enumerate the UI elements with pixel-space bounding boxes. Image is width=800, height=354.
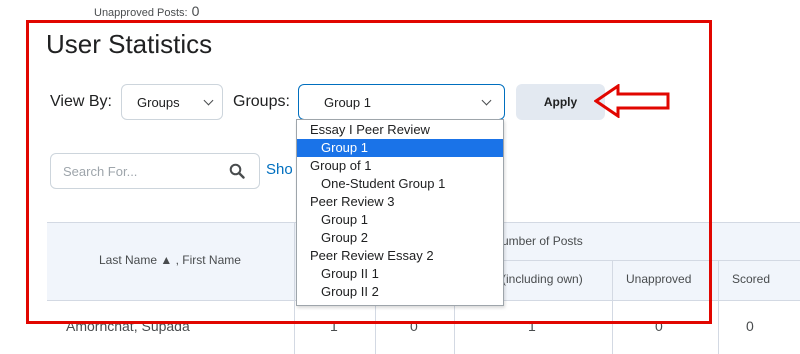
column-divider (718, 260, 719, 354)
unapproved-posts-note: Unapproved Posts: 0 (94, 3, 199, 19)
row-scored-value: 0 (746, 318, 754, 334)
unapproved-posts-label: Unapproved Posts: (94, 7, 188, 19)
unapproved-posts-value: 0 (191, 3, 200, 19)
annotation-arrow-icon (594, 84, 670, 118)
annotation-highlight-box (26, 20, 712, 324)
scored-header: Scored (732, 272, 771, 286)
